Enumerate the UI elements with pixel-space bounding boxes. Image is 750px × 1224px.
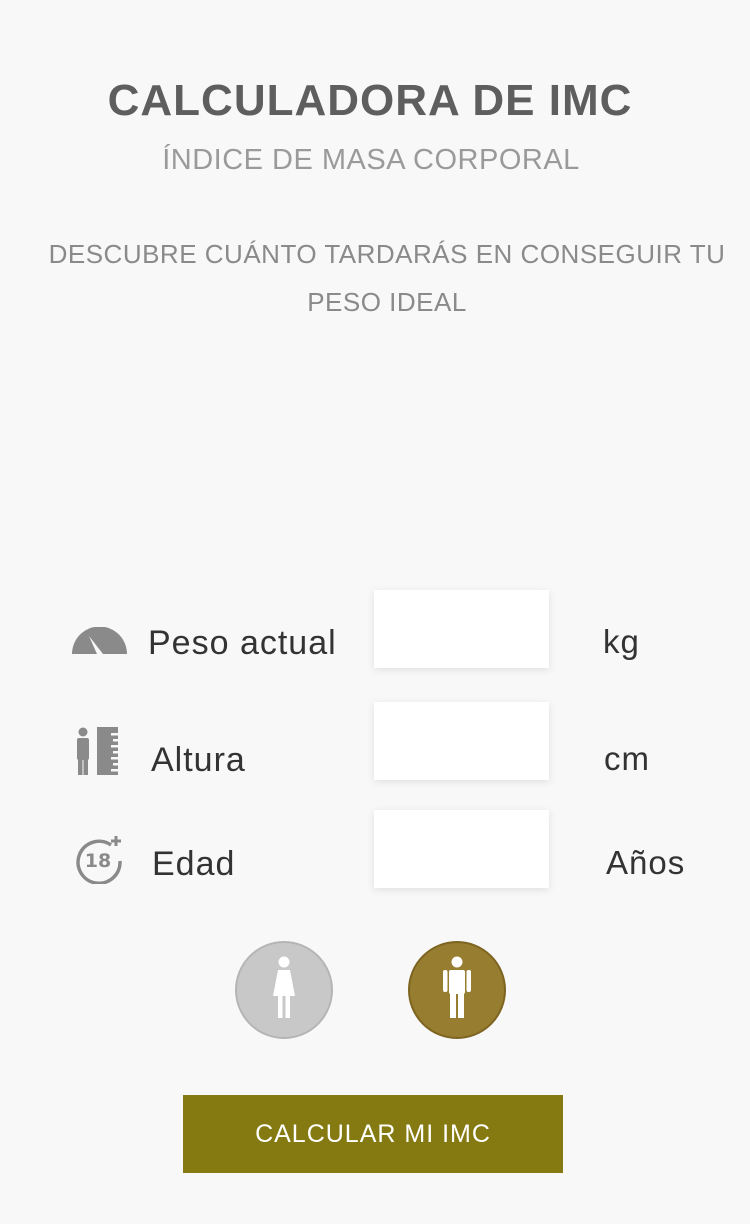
weight-label: Peso actual [148, 624, 337, 662]
page-subtitle: ÍNDICE DE MASA CORPORAL [162, 144, 580, 176]
tagline: DESCUBRE CUÁNTO TARDARÁS EN CONSEGUIR TU… [48, 239, 726, 317]
height-ruler-icon [75, 727, 121, 782]
age-input[interactable] [374, 810, 549, 888]
male-icon [441, 956, 473, 1025]
page-title: CALCULADORA DE IMC [107, 76, 633, 125]
age-unit: Años [606, 844, 686, 881]
weight-input[interactable] [374, 590, 549, 668]
age-label: Edad [152, 845, 236, 883]
weight-unit: kg [603, 623, 640, 660]
height-unit: cm [604, 740, 650, 777]
female-gender-button[interactable] [235, 941, 333, 1039]
female-icon [270, 956, 298, 1025]
scale-gauge-icon [72, 626, 128, 660]
bmi-calculator-page: CALCULADORA DE IMC ÍNDICE DE MASA CORPOR… [0, 0, 750, 1224]
svg-text:18: 18 [85, 850, 111, 872]
calculate-bmi-button[interactable]: CALCULAR MI IMC [183, 1095, 563, 1173]
height-label: Altura [151, 741, 246, 779]
male-gender-button[interactable] [408, 941, 506, 1039]
height-input[interactable] [374, 702, 549, 780]
age-18-plus-icon: 18 [74, 834, 124, 889]
